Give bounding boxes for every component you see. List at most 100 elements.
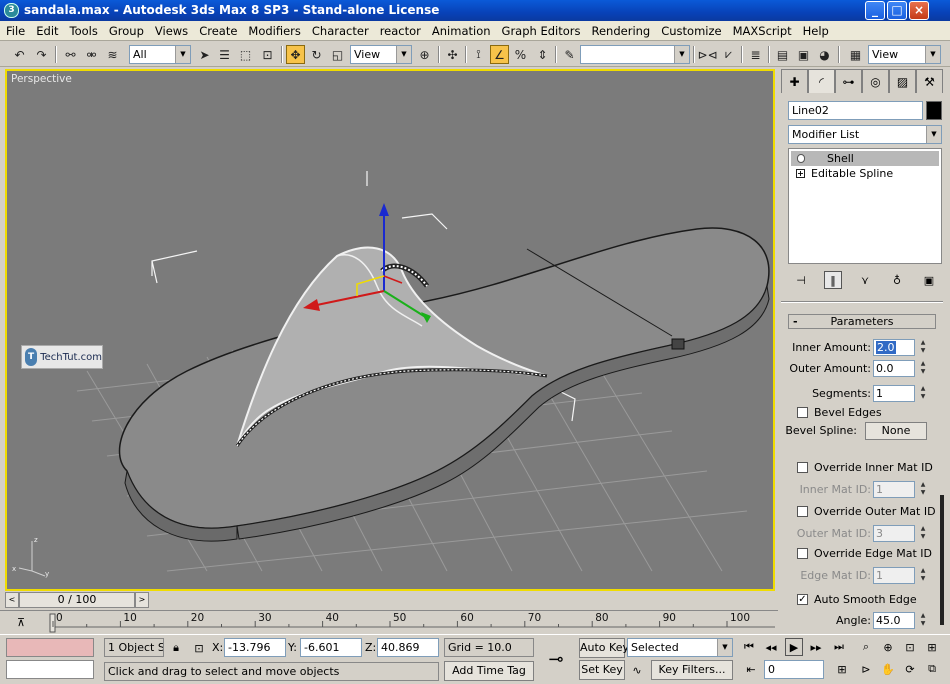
viewport-scene[interactable]: z x y [7, 71, 773, 589]
menu-graph-editors[interactable]: Graph Editors [502, 24, 581, 38]
maxscript-listener-mini[interactable] [6, 638, 94, 657]
reference-coordinate-dropdown[interactable]: View ▼ [350, 45, 412, 64]
render-scene-icon[interactable]: ▦ [846, 45, 865, 64]
menu-group[interactable]: Group [109, 24, 144, 38]
arc-rotate-icon[interactable]: ⟳ [901, 660, 919, 678]
schematic-view-icon[interactable]: ▣ [794, 45, 813, 64]
lock-selection-icon[interactable]: 🔒︎ [167, 639, 185, 657]
z-coordinate-field[interactable]: 40.869 [377, 638, 439, 657]
add-time-tag-button[interactable]: Add Time Tag [444, 661, 534, 681]
edit-named-selection-icon[interactable]: ✎ [560, 45, 579, 64]
override-inner-mat-checkbox[interactable]: Override Inner Mat ID [797, 460, 950, 476]
play-icon[interactable]: ▶ [785, 638, 803, 656]
chevron-left-icon[interactable]: < [5, 592, 19, 608]
display-tab-icon[interactable]: ▨ [889, 69, 916, 93]
previous-frame-icon[interactable]: ◂◂ [762, 638, 780, 656]
perspective-viewport[interactable]: z x y Perspective T TechTut.com [5, 69, 775, 591]
pan-hand-icon[interactable]: ✋ [879, 660, 897, 678]
menu-edit[interactable]: Edit [36, 24, 58, 38]
zoom-all-icon[interactable]: ⊕ [879, 638, 897, 656]
checkbox-box[interactable] [797, 506, 808, 517]
menu-views[interactable]: Views [155, 24, 188, 38]
maximize-button[interactable]: □ [887, 1, 907, 20]
bind-space-warp-icon[interactable]: ≋ [103, 45, 122, 64]
key-mode-toggle-icon[interactable]: ⇤ [742, 660, 760, 678]
manipulate-icon[interactable]: ✣ [443, 45, 462, 64]
menu-rendering[interactable]: Rendering [592, 24, 651, 38]
inner-amount-spinner[interactable]: ▲ ▼ [918, 339, 928, 356]
menu-animation[interactable]: Animation [432, 24, 491, 38]
menu-maxscript[interactable]: MAXScript [733, 24, 792, 38]
window-crossing-icon[interactable]: ⊡ [258, 45, 277, 64]
parameters-rollout-header[interactable]: - Parameters [788, 314, 936, 329]
utilities-tab-icon[interactable]: ⚒ [916, 69, 943, 93]
show-end-result-icon[interactable]: ‖ [824, 271, 842, 289]
time-slider-thumb[interactable]: 0 / 100 [19, 592, 135, 608]
modifier-list-dropdown[interactable]: Modifier List ▼ [788, 125, 942, 144]
expand-plus-icon[interactable]: + [796, 169, 805, 178]
create-tab-icon[interactable]: ✚ [781, 69, 808, 93]
stack-item-editable-spline[interactable]: + Editable Spline [791, 166, 939, 181]
object-name-field[interactable]: Line02 [788, 101, 923, 120]
object-color-swatch[interactable] [926, 101, 942, 120]
checkbox-box[interactable] [797, 548, 808, 559]
spinner-snap-icon[interactable]: ⇕ [533, 45, 552, 64]
menu-file[interactable]: File [6, 24, 25, 38]
menu-tools[interactable]: Tools [70, 24, 98, 38]
angle-spinner[interactable]: ▲ ▼ [918, 612, 928, 629]
time-slider[interactable]: < 0 / 100 > [5, 592, 775, 608]
time-configuration-icon[interactable]: ⊞ [833, 660, 851, 678]
hierarchy-tab-icon[interactable]: ⊶ [835, 69, 862, 93]
scrollbar-thumb[interactable] [940, 495, 944, 625]
override-outer-mat-checkbox[interactable]: Override Outer Mat ID [797, 504, 950, 520]
edge-mat-input[interactable]: 1 [873, 567, 915, 584]
set-key-button[interactable]: Set Key [579, 660, 625, 680]
checkbox-box[interactable] [797, 407, 808, 418]
y-coordinate-field[interactable]: -6.601 [300, 638, 362, 657]
outer-amount-spinner[interactable]: ▲ ▼ [918, 360, 928, 377]
viewport-label[interactable]: Perspective [11, 73, 72, 85]
unlink-icon[interactable]: ⚮ [82, 45, 101, 64]
inner-mat-spinner[interactable]: ▲ ▼ [918, 481, 928, 498]
goto-start-icon[interactable]: ⏮ [740, 638, 758, 656]
menu-reactor[interactable]: reactor [380, 24, 421, 38]
select-and-scale-icon[interactable]: ◱ [328, 45, 347, 64]
menu-modifiers[interactable]: Modifiers [248, 24, 301, 38]
configure-sets-icon[interactable]: ▣ [920, 271, 938, 289]
select-and-rotate-icon[interactable]: ↻ [307, 45, 326, 64]
app-icon[interactable]: 3 [4, 3, 19, 18]
key-filters-button[interactable]: Key Filters... [651, 660, 733, 680]
goto-end-icon[interactable]: ⏭ [830, 638, 848, 656]
remove-modifier-icon[interactable]: ♁ [888, 271, 906, 289]
layer-manager-icon[interactable]: ≣ [746, 45, 765, 64]
absolute-mode-icon[interactable]: ⊡ [190, 639, 208, 657]
mirror-icon[interactable]: ⊳⊲ [697, 45, 717, 64]
render-view-dropdown[interactable]: View ▼ [868, 45, 941, 64]
key-mode-dropdown[interactable]: Selected ▼ [627, 638, 733, 657]
default-in-out-tangent-icon[interactable]: ∿ [628, 661, 646, 679]
next-frame-icon[interactable]: ▸▸ [807, 638, 825, 656]
selection-filter-dropdown[interactable]: All ▼ [129, 45, 191, 64]
modify-tab-icon[interactable]: ◜ [808, 69, 835, 93]
undo-icon[interactable]: ↶ [10, 45, 29, 64]
redo-icon[interactable]: ↷ [32, 45, 51, 64]
select-and-link-icon[interactable]: ⚯ [61, 45, 80, 64]
maximize-viewport-icon[interactable]: ⧉ [923, 660, 941, 678]
make-unique-icon[interactable]: ⋎ [856, 271, 874, 289]
pin-stack-icon[interactable]: ⊣ [792, 271, 810, 289]
current-frame-field[interactable]: 0 [764, 660, 824, 679]
close-button[interactable]: × [909, 1, 929, 20]
lightbulb-icon[interactable] [797, 154, 805, 163]
field-of-view-icon[interactable]: ⊳ [857, 660, 875, 678]
x-coordinate-field[interactable]: -13.796 [224, 638, 286, 657]
angle-snap-icon[interactable]: ∠ [490, 45, 509, 64]
outer-amount-input[interactable]: 0.0 [873, 360, 915, 377]
named-selection-sets-dropdown[interactable]: ▼ [580, 45, 690, 64]
menu-character[interactable]: Character [312, 24, 369, 38]
checkbox-box[interactable]: ✓ [797, 594, 808, 605]
menu-create[interactable]: Create [199, 24, 237, 38]
motion-tab-icon[interactable]: ◎ [862, 69, 889, 93]
segments-input[interactable]: 1 [873, 385, 915, 402]
select-by-name-icon[interactable]: ☰ [215, 45, 234, 64]
align-icon[interactable]: ⩗ [719, 45, 738, 64]
